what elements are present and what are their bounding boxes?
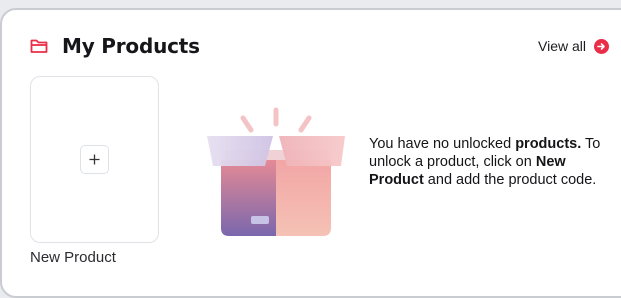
open-box-illustration bbox=[207, 107, 345, 236]
view-all-link[interactable]: View all bbox=[538, 36, 609, 56]
card-header: My Products bbox=[30, 34, 200, 58]
page-title: My Products bbox=[62, 34, 200, 58]
new-product-label[interactable]: New Product bbox=[30, 249, 116, 266]
folder-icon bbox=[30, 39, 48, 53]
view-all-label: View all bbox=[538, 38, 586, 54]
new-product-tile[interactable] bbox=[30, 76, 159, 243]
arrow-right-circle-icon bbox=[594, 38, 609, 54]
empty-state-message: You have no unlocked products. To unlock… bbox=[369, 136, 601, 188]
plus-icon bbox=[79, 144, 109, 174]
